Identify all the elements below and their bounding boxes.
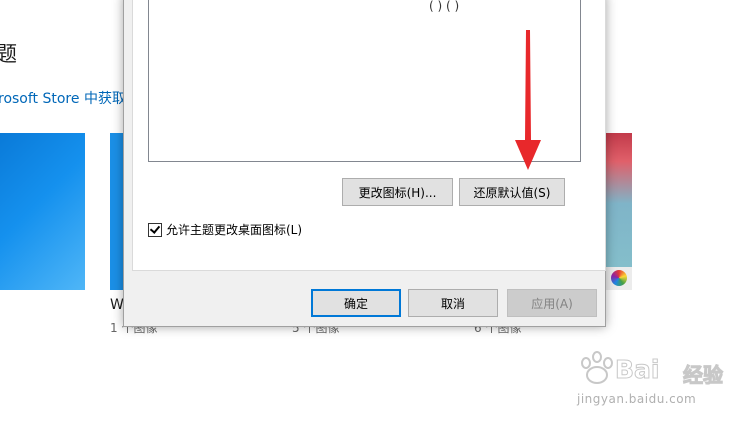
apply-button[interactable]: 应用(A): [507, 289, 597, 317]
restore-default-button[interactable]: 还原默认值(S): [459, 178, 565, 206]
watermark-url: jingyan.baidu.com: [577, 392, 697, 406]
baidu-jingyan-watermark: Bai 经验 jingyan.baidu.com: [575, 345, 745, 415]
watermark-brand: Bai: [615, 355, 660, 385]
allow-theme-change-checkbox[interactable]: [148, 222, 162, 237]
allow-theme-change-checkbox-row[interactable]: 允许主题更改桌面图标(L): [148, 221, 302, 238]
theme-thumbnail-windows[interactable]: [0, 133, 85, 290]
ok-button[interactable]: 确定: [311, 289, 401, 317]
watermark-brand-cn: 经验: [683, 363, 724, 388]
store-link[interactable]: rosoft Store 中获取: [0, 88, 126, 108]
cancel-button[interactable]: 取消: [408, 289, 498, 317]
red-arrow-annotation: [515, 30, 541, 170]
theme-thumbnail-2[interactable]: [110, 133, 124, 290]
change-icon-button[interactable]: 更改图标(H)...: [342, 178, 453, 206]
theme-name: W: [110, 297, 124, 313]
icon-list-item-label: ( ) ( ): [429, 0, 460, 13]
paw-logo-icon: [581, 351, 613, 384]
color-wheel-icon: [611, 270, 627, 286]
arrow-shape: [515, 30, 541, 170]
page-title: 题: [0, 42, 17, 66]
allow-theme-change-label: 允许主题更改桌面图标(L): [166, 223, 303, 237]
